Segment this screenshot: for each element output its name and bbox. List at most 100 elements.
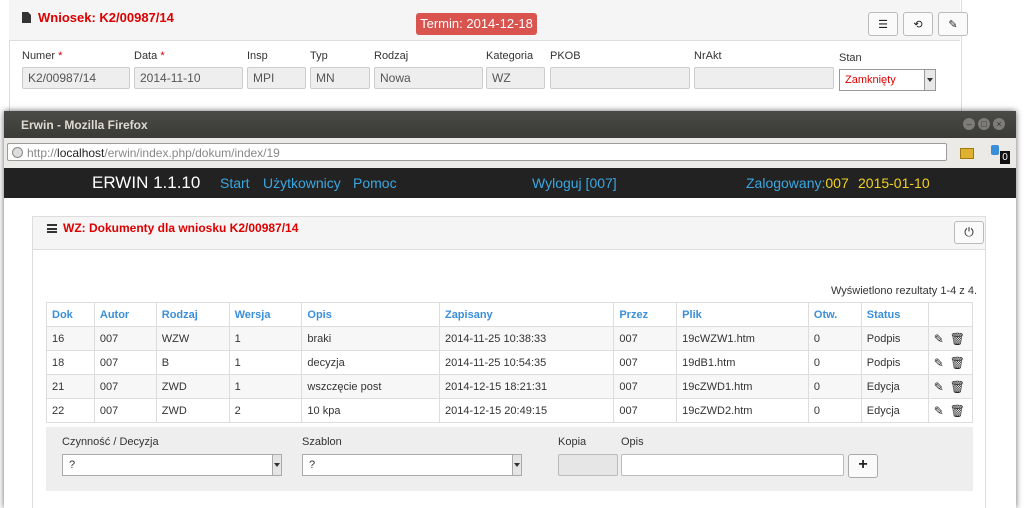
nav-uzytkownicy[interactable]: Użytkownicy [263, 175, 341, 191]
app-brand[interactable]: ERWIN 1.1.10 [92, 173, 200, 193]
cell-wersja: 1 [228, 374, 303, 399]
stan-select[interactable]: Zamknięty [839, 69, 936, 91]
cell-przez: 007 [613, 398, 678, 423]
firefox-window: Erwin - Mozilla Firefox – □ × http://loc… [4, 111, 1016, 508]
szablon-select[interactable]: ? [302, 454, 522, 476]
cell-opis: wszczęcie post [301, 374, 440, 399]
column-header[interactable]: Status [860, 302, 929, 327]
table-row[interactable]: 21 007 ZWD 1 wszczęcie post 2014-12-15 1… [46, 374, 974, 399]
trash-icon[interactable]: 🗑 [950, 356, 965, 370]
add-button[interactable]: + [848, 454, 878, 478]
pkob-input[interactable] [550, 67, 690, 89]
table-row[interactable]: 16 007 WZW 1 braki 2014-11-25 10:38:33 0… [46, 326, 974, 351]
browser-navbar: http://localhost/erwin/index.php/dokum/i… [4, 138, 1016, 169]
nrakt-input[interactable] [694, 67, 834, 89]
trash-icon[interactable]: 🗑 [950, 332, 965, 346]
cell-zapisany: 2014-11-25 10:38:33 [438, 326, 615, 351]
list-button[interactable]: ☰ [868, 12, 898, 36]
documents-panel: WZ: Dokumenty dla wniosku K2/00987/14 ⏻ … [32, 216, 986, 508]
pencil-icon[interactable]: ✎ [934, 404, 944, 418]
document-icon [22, 12, 31, 23]
column-header[interactable]: Przez [613, 302, 678, 327]
cell-autor: 007 [93, 326, 157, 351]
cell-rodzaj: WZW [155, 326, 230, 351]
cell-actions: ✎ 🗑 [927, 374, 974, 399]
documents-table: Dok Autor Rodzaj Wersja Opis Zapisany Pr… [46, 302, 974, 423]
url-bar[interactable]: http://localhost/erwin/index.php/dokum/i… [7, 143, 947, 161]
column-header[interactable]: Plik [676, 302, 809, 327]
refresh-button[interactable]: ⟲ [903, 12, 933, 36]
cell-otw: 0 [807, 374, 862, 399]
pencil-icon[interactable]: ✎ [934, 356, 944, 370]
application-title: Wniosek: K2/00987/14 [38, 10, 174, 25]
column-header[interactable]: Rodzaj [155, 302, 230, 327]
cell-opis: decyzja [301, 350, 440, 375]
cell-autor: 007 [93, 374, 157, 399]
czynnosc-label: Czynność / Decyzja [62, 436, 159, 448]
pencil-icon[interactable]: ✎ [934, 380, 944, 394]
column-header[interactable]: Dok [46, 302, 95, 327]
field-label-nrakt: NrAkt [694, 50, 722, 62]
addon-icon[interactable] [991, 145, 999, 155]
kategoria-input[interactable]: WZ [486, 67, 545, 89]
column-header[interactable]: Otw. [807, 302, 862, 327]
cell-plik: 19cWZW1.htm [676, 326, 809, 351]
opis-input[interactable] [621, 454, 844, 476]
column-header[interactable]: Wersja [228, 302, 303, 327]
cell-wersja: 2 [228, 398, 303, 423]
nav-pomoc[interactable]: Pomoc [353, 175, 397, 191]
cell-wersja: 1 [228, 350, 303, 375]
czynnosc-select[interactable]: ? [62, 454, 282, 476]
minimize-icon[interactable]: – [963, 118, 975, 130]
globe-icon [12, 147, 23, 158]
chevron-down-icon [924, 70, 935, 90]
opis-label: Opis [621, 436, 644, 448]
cell-dok: 21 [46, 374, 95, 399]
typ-input[interactable]: MN [310, 67, 370, 89]
rodzaj-input[interactable]: Nowa [374, 67, 483, 89]
cell-actions: ✎ 🗑 [927, 398, 974, 423]
refresh-icon: ⟲ [913, 18, 923, 31]
data-input[interactable]: 2014-11-10 [134, 67, 243, 89]
column-header[interactable]: Opis [301, 302, 440, 327]
cell-plik: 19cZWD2.htm [676, 398, 809, 423]
logout-link[interactable]: Wyloguj [007] [532, 175, 617, 191]
trash-icon[interactable]: 🗑 [950, 404, 965, 418]
pencil-icon[interactable]: ✎ [934, 332, 944, 346]
numer-input[interactable]: K2/00987/14 [22, 67, 130, 89]
cell-otw: 0 [807, 350, 862, 375]
chevron-down-icon [512, 455, 521, 475]
extension-icon[interactable] [960, 148, 974, 159]
deadline-badge[interactable]: Termin: 2014-12-18 [416, 13, 537, 35]
maximize-icon[interactable]: □ [978, 118, 990, 130]
cell-status: Podpis [860, 350, 929, 375]
power-button[interactable]: ⏻ [954, 221, 984, 244]
field-label-stan: Stan [839, 52, 862, 64]
cell-rodzaj: B [155, 350, 230, 375]
column-header[interactable]: Autor [93, 302, 157, 327]
kopia-input[interactable] [558, 454, 618, 476]
edit-button[interactable]: ✎ [938, 12, 968, 36]
cell-actions: ✎ 🗑 [927, 326, 974, 351]
cell-otw: 0 [807, 398, 862, 423]
cell-przez: 007 [613, 350, 678, 375]
column-header-actions [927, 302, 974, 327]
kopia-label: Kopia [558, 436, 587, 448]
field-label-kategoria: Kategoria [486, 50, 534, 62]
field-label-pkob: PKOB [550, 50, 581, 62]
szablon-label: Szablon [302, 436, 342, 448]
column-header[interactable]: Zapisany [438, 302, 615, 327]
field-label-typ: Typ [310, 50, 328, 62]
cell-opis: 10 kpa [301, 398, 440, 423]
close-icon[interactable]: × [993, 118, 1005, 130]
trash-icon[interactable]: 🗑 [950, 380, 965, 394]
table-row[interactable]: 18 007 B 1 decyzja 2014-11-25 10:54:35 0… [46, 350, 974, 375]
nav-start[interactable]: Start [220, 175, 250, 191]
cell-plik: 19cZWD1.htm [676, 374, 809, 399]
window-title: Erwin - Mozilla Firefox [21, 118, 148, 132]
power-icon: ⏻ [964, 225, 974, 239]
insp-input[interactable]: MPI [247, 67, 306, 89]
table-row[interactable]: 22 007 ZWD 2 10 kpa 2014-12-15 20:49:15 … [46, 398, 974, 423]
cell-autor: 007 [93, 398, 157, 423]
logged-user: Zalogowany:007 [746, 175, 849, 191]
